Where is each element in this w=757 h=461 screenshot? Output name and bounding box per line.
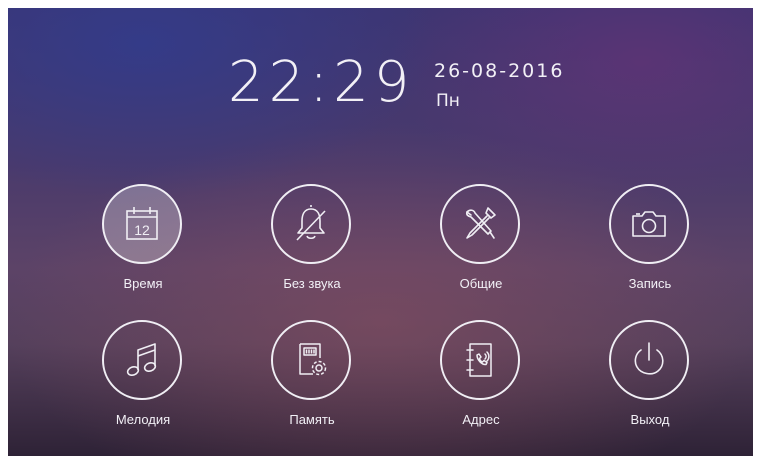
menu-item-label: Память <box>289 412 335 427</box>
menu-item-label: Мелодия <box>115 412 171 427</box>
menu-item-circle[interactable] <box>440 184 520 264</box>
tools-icon <box>465 207 496 239</box>
menu-item-circle[interactable] <box>271 184 351 264</box>
home-screen: 22:29 26-08-2016 Пн 12 Время Без звука О… <box>8 8 753 456</box>
menu-item-circle[interactable] <box>440 320 520 400</box>
menu-item-time[interactable]: 12 Время <box>73 184 213 294</box>
power-icon <box>634 342 664 375</box>
menu-item-label: Выход <box>630 412 670 427</box>
menu-item-label: Адрес <box>462 412 500 427</box>
menu-item-label: Время <box>123 276 163 291</box>
menu-item-exit[interactable]: Выход <box>580 320 720 430</box>
menu-item-address[interactable]: Адрес <box>411 320 551 430</box>
menu-item-mute[interactable]: Без звука <box>242 184 382 294</box>
menu-item-memory[interactable]: Память <box>242 320 382 430</box>
menu-item-general[interactable]: Общие <box>411 184 551 294</box>
calendar-icon: 12 <box>126 207 158 240</box>
address-book-icon <box>466 343 492 377</box>
menu-item-circle[interactable] <box>609 320 689 400</box>
menu-item-label: Общие <box>459 276 503 291</box>
sd-card-settings-icon <box>299 343 327 376</box>
menu-item-melody[interactable]: Мелодия <box>73 320 213 430</box>
bell-muted-icon <box>296 205 326 241</box>
music-note-icon <box>126 343 157 377</box>
menu-item-circle[interactable]: 12 <box>102 184 182 264</box>
clock-weekday: Пн <box>436 91 460 111</box>
menu-item-circle[interactable] <box>102 320 182 400</box>
menu-item-circle[interactable] <box>609 184 689 264</box>
menu-item-record[interactable]: Запись <box>580 184 720 294</box>
menu-item-label: Без звука <box>283 276 341 291</box>
menu-item-label: Запись <box>628 276 672 291</box>
camera-icon <box>632 211 666 237</box>
clock-time: 22:29 <box>228 50 415 115</box>
menu-item-circle[interactable] <box>271 320 351 400</box>
clock-date: 26-08-2016 <box>434 60 565 82</box>
calendar-day: 12 <box>134 222 150 238</box>
